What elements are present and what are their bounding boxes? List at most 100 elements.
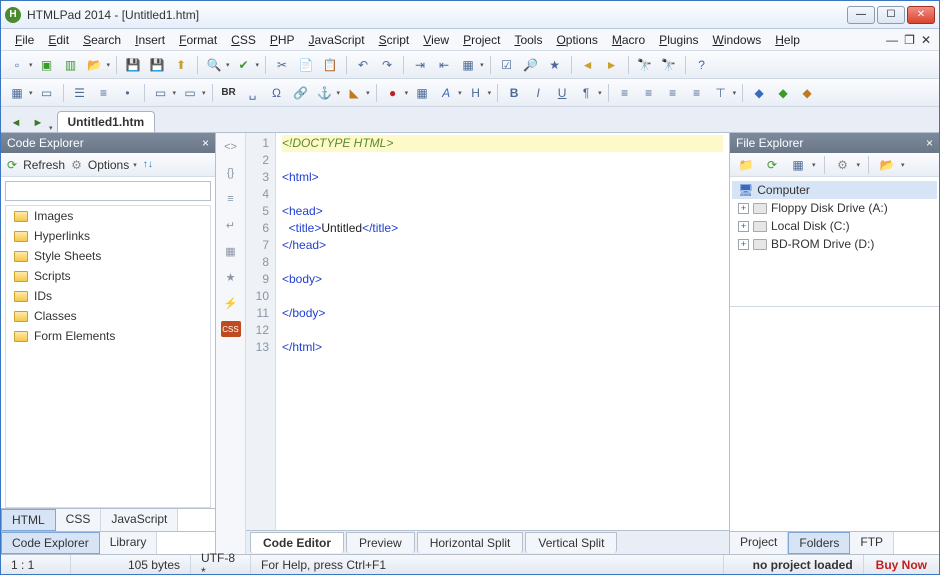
toggle-wrap-icon[interactable]: ↵ (223, 217, 239, 233)
editor-tab-horizontal-split[interactable]: Horizontal Split (417, 532, 524, 553)
menu-project[interactable]: Project (457, 31, 506, 49)
anchor-button[interactable]: ⚓ (315, 83, 335, 103)
menu-insert[interactable]: Insert (129, 31, 171, 49)
save-button[interactable]: 💾 (123, 55, 143, 75)
align-left-button[interactable]: ≡ (615, 83, 635, 103)
outdent-button[interactable]: ⇤ (434, 55, 454, 75)
nbsp-button[interactable]: ␣ (243, 83, 263, 103)
fe-view-icon[interactable]: ▦ (788, 155, 808, 175)
toggle-bolt-icon[interactable]: ⚡ (223, 295, 239, 311)
sort-icon[interactable]: ↑↓ (143, 159, 153, 170)
ce-folder-classes[interactable]: Classes (6, 306, 210, 326)
script-orange-button[interactable]: ◆ (797, 83, 817, 103)
underline-button[interactable]: U (552, 83, 572, 103)
toggle-tag-icon[interactable]: <> (223, 139, 239, 155)
browse-back-button[interactable]: ◄ (578, 55, 598, 75)
script-blue-button[interactable]: ◆ (749, 83, 769, 103)
menu-plugins[interactable]: Plugins (653, 31, 704, 49)
menu-php[interactable]: PHP (264, 31, 301, 49)
font-button[interactable]: A (436, 83, 456, 103)
editor-tab-vertical-split[interactable]: Vertical Split (525, 532, 617, 553)
buy-now-link[interactable]: Buy Now (864, 558, 939, 572)
refresh-button[interactable]: Refresh (23, 158, 65, 172)
copy-button[interactable]: 📄 (296, 55, 316, 75)
code-editor[interactable]: 12345678910111213 <!DOCTYPE HTML><html><… (246, 133, 729, 530)
ce-tab-code-explorer[interactable]: Code Explorer (1, 532, 100, 554)
ce-folder-style-sheets[interactable]: Style Sheets (6, 246, 210, 266)
file-tab[interactable]: Untitled1.htm (57, 111, 156, 132)
menu-options[interactable]: Options (550, 31, 603, 49)
code-explorer-close-icon[interactable]: × (202, 136, 209, 150)
toggle-star-icon[interactable]: ★ (223, 269, 239, 285)
ol-button[interactable]: ≡ (94, 83, 114, 103)
fe-computer-item[interactable]: 🖥 Computer (732, 181, 937, 199)
input-button[interactable]: ▭ (180, 83, 200, 103)
bold-button[interactable]: B (504, 83, 524, 103)
upload-button[interactable]: ⬆ (171, 55, 191, 75)
align-top-button[interactable]: ⊤ (711, 83, 731, 103)
new-file-button[interactable]: ▫ (7, 55, 27, 75)
menu-macro[interactable]: Macro (606, 31, 651, 49)
drive-item[interactable]: +Floppy Disk Drive (A:) (732, 199, 937, 217)
fe-open-icon[interactable]: 📂 (877, 155, 897, 175)
fe-gear-icon[interactable]: ⚙ (833, 155, 853, 175)
open-project-button[interactable]: ▥ (61, 55, 81, 75)
tool-check-button[interactable]: ☑ (497, 55, 517, 75)
toggle-fold-icon[interactable]: {} (223, 165, 239, 181)
div-button[interactable]: ▭ (37, 83, 57, 103)
menu-tools[interactable]: Tools (508, 31, 548, 49)
script-green-button[interactable]: ◆ (773, 83, 793, 103)
fe-tab-folders[interactable]: Folders (788, 532, 850, 554)
menu-script[interactable]: Script (373, 31, 416, 49)
ul-button[interactable]: ☰ (70, 83, 90, 103)
fe-refresh-icon[interactable]: ⟳ (762, 155, 782, 175)
menu-format[interactable]: Format (173, 31, 223, 49)
binoculars-icon[interactable]: 🔭 (635, 55, 655, 75)
editor-tab-code-editor[interactable]: Code Editor (250, 532, 344, 553)
menu-edit[interactable]: Edit (42, 31, 75, 49)
mdi-restore-button[interactable]: ❐ (904, 33, 915, 47)
tab-back-button[interactable]: ◄ (7, 114, 25, 132)
bookmark-button[interactable]: ★ (545, 55, 565, 75)
help-button[interactable]: ? (692, 55, 712, 75)
code-content[interactable]: <!DOCTYPE HTML><html><head> <title>Untit… (276, 133, 729, 530)
open-button[interactable]: 📂 (85, 55, 105, 75)
ce-folder-scripts[interactable]: Scripts (6, 266, 210, 286)
code-explorer-filter-input[interactable] (5, 181, 211, 201)
find-button[interactable]: 🔎 (521, 55, 541, 75)
menu-windows[interactable]: Windows (707, 31, 768, 49)
fe-tab-project[interactable]: Project (730, 532, 788, 554)
cut-button[interactable]: ✂ (272, 55, 292, 75)
expander-icon[interactable]: + (738, 239, 749, 250)
lang-tab-html[interactable]: HTML (1, 509, 56, 531)
ce-folder-hyperlinks[interactable]: Hyperlinks (6, 226, 210, 246)
options-button[interactable]: Options (88, 158, 129, 172)
maximize-button[interactable]: ☐ (877, 6, 905, 24)
close-button[interactable]: ✕ (907, 6, 935, 24)
preview-button[interactable]: 🔍 (204, 55, 224, 75)
link-button[interactable]: 🔗 (291, 83, 311, 103)
refresh-icon[interactable]: ⟳ (7, 158, 17, 172)
tab-fwd-button[interactable]: ► (29, 114, 47, 132)
align-right-button[interactable]: ≡ (663, 83, 683, 103)
mdi-minimize-button[interactable]: — (886, 33, 898, 47)
columns-button[interactable]: ▦ (458, 55, 478, 75)
form-button[interactable]: ▭ (151, 83, 171, 103)
browse-fwd-button[interactable]: ► (602, 55, 622, 75)
ce-folder-images[interactable]: Images (6, 206, 210, 226)
ce-folder-ids[interactable]: IDs (6, 286, 210, 306)
paragraph-button[interactable]: ¶ (576, 83, 596, 103)
binoculars2-icon[interactable]: 🔭 (659, 55, 679, 75)
file-explorer-close-icon[interactable]: × (926, 136, 933, 150)
indent-button[interactable]: ⇥ (410, 55, 430, 75)
li-button[interactable]: • (118, 83, 138, 103)
lang-tab-javascript[interactable]: JavaScript (101, 509, 178, 531)
mdi-close-button[interactable]: ✕ (921, 33, 931, 47)
editor-tab-preview[interactable]: Preview (346, 532, 415, 553)
drive-item[interactable]: +Local Disk (C:) (732, 217, 937, 235)
lang-tab-css[interactable]: CSS (56, 509, 102, 531)
menu-view[interactable]: View (417, 31, 455, 49)
drive-item[interactable]: +BD-ROM Drive (D:) (732, 235, 937, 253)
fe-tab-ftp[interactable]: FTP (850, 532, 894, 554)
save-all-button[interactable]: 💾 (147, 55, 167, 75)
